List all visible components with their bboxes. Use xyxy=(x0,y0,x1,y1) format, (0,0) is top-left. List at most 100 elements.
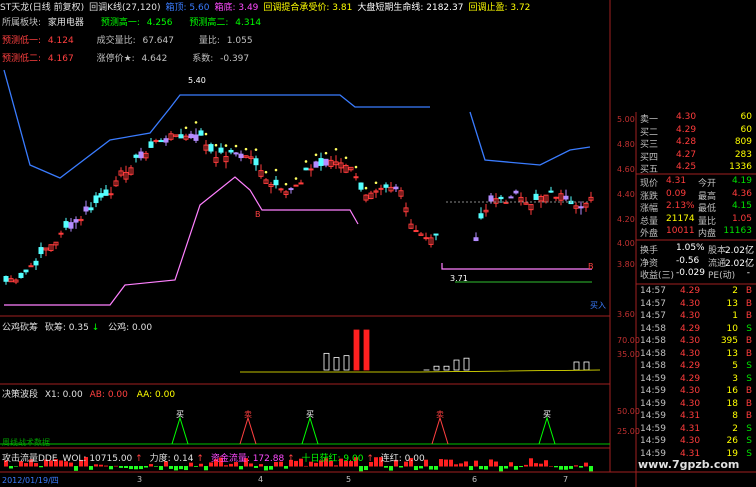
tick-volume: 18 xyxy=(726,398,738,409)
info-box: 所属板块: 家用电器 预测高一: 4.256 预测高二: 4.314 预测低一:… xyxy=(2,15,261,64)
panel3-name: 决策波段 xyxy=(2,390,39,400)
y-tick: 4.00 xyxy=(617,239,635,248)
book-volume: 60 xyxy=(740,112,752,122)
book-volume: 809 xyxy=(734,137,752,147)
tick-time: 14:59 xyxy=(640,398,666,409)
stat-label: 涨跌 xyxy=(640,191,659,202)
panel4-wol: WOL: 10715.00 xyxy=(62,454,133,464)
tick-volume: 2 xyxy=(732,286,738,296)
book-price: 4.30 xyxy=(676,112,697,122)
arrow-down-icon: ↓ xyxy=(91,323,100,333)
panel3-ab: AB: 0.00 xyxy=(89,390,128,400)
forecast-high1-label: 预测高一: xyxy=(100,18,140,28)
quote-row: 净资 -0.56 流通 2.02亿 xyxy=(636,256,756,269)
tick-time: 14:59 xyxy=(640,436,666,446)
tick-time: 14:58 xyxy=(640,361,666,371)
tick-side: B xyxy=(745,411,752,421)
panel3-title: 决策波段 X1: 0.00 AB: 0.00 AA: 0.00 xyxy=(2,387,175,400)
quote-row: 买五 4.25 1336 xyxy=(636,162,756,175)
quote-row: 总量 21174 量比 1.05 xyxy=(636,213,756,227)
tick-volume: 3 xyxy=(732,373,738,384)
tick-price: 4.31 xyxy=(680,448,701,459)
tick-price: 4.29 xyxy=(680,361,701,371)
stat-value: 4.31 xyxy=(666,176,687,186)
stat-value: 4.15 xyxy=(731,201,752,211)
quote-row: 14:57 4.29 2 B xyxy=(636,286,756,298)
tick-side: B xyxy=(745,348,752,359)
stat-value: 1.05 xyxy=(731,213,752,224)
tick-price: 4.30 xyxy=(680,348,701,359)
panel2-name: 公鸡砍筹 xyxy=(2,323,39,333)
panel4-capital: 资金流量: 172.88 xyxy=(210,454,285,464)
indicator-lines xyxy=(3,69,592,306)
stat-label: PE(动) xyxy=(708,271,736,281)
tick-time: 14:58 xyxy=(640,323,666,334)
quote-row: 14:57 4.30 1 B xyxy=(636,311,756,323)
quote-row: 现价 4.31 今开 4.19 xyxy=(636,176,756,189)
book-label: 卖一 xyxy=(640,115,659,125)
book-volume: 283 xyxy=(734,149,752,160)
stat-label: 净资 xyxy=(640,258,659,269)
book-price: 4.29 xyxy=(676,124,697,135)
x-label: 3 xyxy=(137,475,143,484)
tick-time: 14:57 xyxy=(640,311,666,321)
tick-price: 4.30 xyxy=(680,398,701,409)
stat-label: 现价 xyxy=(640,179,659,189)
tick-price: 4.31 xyxy=(680,423,701,434)
tick-side: S xyxy=(746,423,752,434)
arrow-up-icon: ↑ xyxy=(287,454,295,464)
stat-label: 总量 xyxy=(640,216,659,227)
tick-volume: 395 xyxy=(720,336,738,346)
tick-volume: 5 xyxy=(732,361,738,371)
tick-time: 14:59 xyxy=(640,386,666,396)
panel3-aa: AA: 0.00 xyxy=(136,390,176,400)
y-tick: 4.20 xyxy=(617,215,635,224)
stat-value: 0.09 xyxy=(666,188,687,199)
tick-time: 14:59 xyxy=(640,373,666,384)
panel3-x1: X1: 0.00 xyxy=(44,390,83,400)
quote-panel: 卖一 4.30 60 买二 4.29 60 买三 4.28 809 买四 4.27 283 买五 4.25… xyxy=(636,112,756,487)
arrow-up-icon: ↑ xyxy=(135,454,143,464)
book-price: 4.25 xyxy=(676,162,697,172)
tick-time: 14:59 xyxy=(640,411,666,421)
quote-row: 14:58 4.30 13 B xyxy=(636,349,756,361)
quote-row: 收益(三) -0.029 PE(动) - xyxy=(636,268,756,281)
panel2-title: 公鸡砍筹 砍筹: 0.35 ↓ 公鸡: 0.00 xyxy=(2,320,152,333)
tick-price: 4.30 xyxy=(680,311,701,321)
quote-row: 14:59 4.30 18 B xyxy=(636,399,756,411)
y-tick: 4.40 xyxy=(617,190,635,199)
tick-side: B xyxy=(745,398,752,409)
x-label: 2012/01/19/四 xyxy=(2,476,59,485)
tick-price: 4.31 xyxy=(680,411,701,421)
title-segment: 回调提合承受价: 3.81 xyxy=(263,3,353,13)
stat-label: 收益(三) xyxy=(640,271,675,281)
quote-row: 买四 4.27 283 xyxy=(636,149,756,163)
quote-row: 14:59 4.31 19 S xyxy=(636,449,756,461)
quote-row: 涨跌 0.09 最高 4.36 xyxy=(636,188,756,202)
forecast-high1-value: 4.256 xyxy=(146,18,173,28)
tick-time: 14:58 xyxy=(640,336,666,346)
volume-ratio-value: 67.647 xyxy=(142,36,174,46)
tick-price: 4.30 xyxy=(680,386,701,396)
candles xyxy=(3,121,594,285)
forecast-high2-label: 预测高二: xyxy=(189,18,229,28)
stat-value: 11163 xyxy=(723,226,752,236)
forecast-low1-label: 预测低一: xyxy=(2,36,42,46)
y-tick: 3.60 xyxy=(617,310,635,319)
stat-label: 外盘 xyxy=(640,229,659,239)
panel2-gongji: 公鸡: 0.00 xyxy=(108,323,153,333)
forecast-low2-value: 4.167 xyxy=(47,54,74,64)
panel4-title: 攻击流量DDE WOL: 10715.00 ↑ 力度: 0.14 ↑ 资金流量:… xyxy=(2,451,425,464)
signal-label: 卖 xyxy=(244,410,252,419)
stat-value: - xyxy=(746,268,750,278)
title-segment: 大盘短期生命线: 2182.37 xyxy=(357,3,464,13)
stat-label: 涨幅 xyxy=(640,204,659,214)
book-label: 买二 xyxy=(640,127,659,138)
quote-row: 外盘 10011 内盘 11163 xyxy=(636,226,756,239)
title-segment: 回调K线(27,120) xyxy=(89,3,161,13)
tick-time: 14:57 xyxy=(640,298,666,309)
signal-label: 买 xyxy=(176,410,184,419)
book-label: 买五 xyxy=(640,165,659,175)
panel3-note: 周线战术数据 xyxy=(2,438,50,447)
forecast-low2-label: 预测低二: xyxy=(2,54,42,64)
